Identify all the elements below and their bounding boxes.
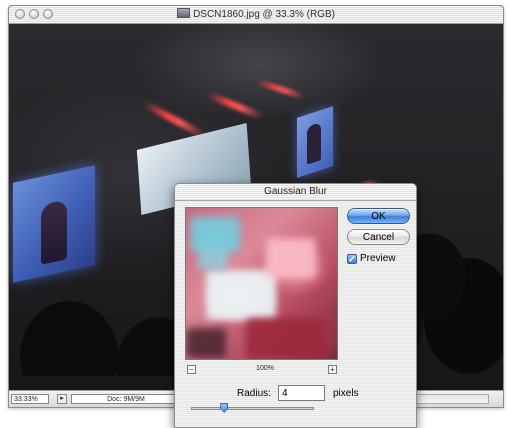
radius-slider-thumb[interactable] <box>220 403 229 413</box>
image-file-icon <box>177 8 191 18</box>
preview-checkbox-label: Preview <box>360 253 396 264</box>
document-titlebar[interactable]: DSCN1860.jpg @ 33.3% (RGB) <box>9 6 503 24</box>
radius-slider-track[interactable] <box>191 407 314 410</box>
ok-button[interactable]: OK <box>347 208 410 224</box>
zoom-in-icon[interactable]: + <box>328 365 337 374</box>
zoom-out-icon[interactable]: − <box>187 365 196 374</box>
preview-blur-patch <box>266 238 316 278</box>
dialog-titlebar[interactable]: Gaussian Blur <box>175 184 416 201</box>
zoom-level-field[interactable]: 33.33% <box>11 394 49 404</box>
preview-blur-patch <box>206 270 276 320</box>
gaussian-blur-dialog: Gaussian Blur − 100% + OK Cancel ✓ Previ… <box>174 183 417 428</box>
preview-zoom-percent: 100% <box>256 365 274 372</box>
preview-checkbox[interactable]: ✓ <box>347 254 357 264</box>
stage-light-beam <box>141 99 207 140</box>
preview-blur-patch <box>246 318 326 358</box>
cancel-button[interactable]: Cancel <box>347 229 410 245</box>
blur-preview-pane[interactable] <box>185 207 338 360</box>
stage-light-beam <box>255 78 305 100</box>
radius-label: Radius: <box>237 388 271 399</box>
preview-blur-patch <box>198 248 228 270</box>
radius-unit-label: pixels <box>333 388 359 399</box>
stage-light-beam <box>205 91 265 120</box>
document-title: DSCN1860.jpg @ 33.3% (RGB) <box>193 9 335 20</box>
radius-input[interactable] <box>278 385 325 401</box>
preview-blur-patch <box>186 328 226 358</box>
preview-blur-patch <box>190 216 240 252</box>
status-menu-icon[interactable]: ▸ <box>57 394 67 404</box>
document-size-info[interactable]: Doc: 9M/9M <box>71 394 181 404</box>
dialog-title: Gaussian Blur <box>264 186 327 197</box>
